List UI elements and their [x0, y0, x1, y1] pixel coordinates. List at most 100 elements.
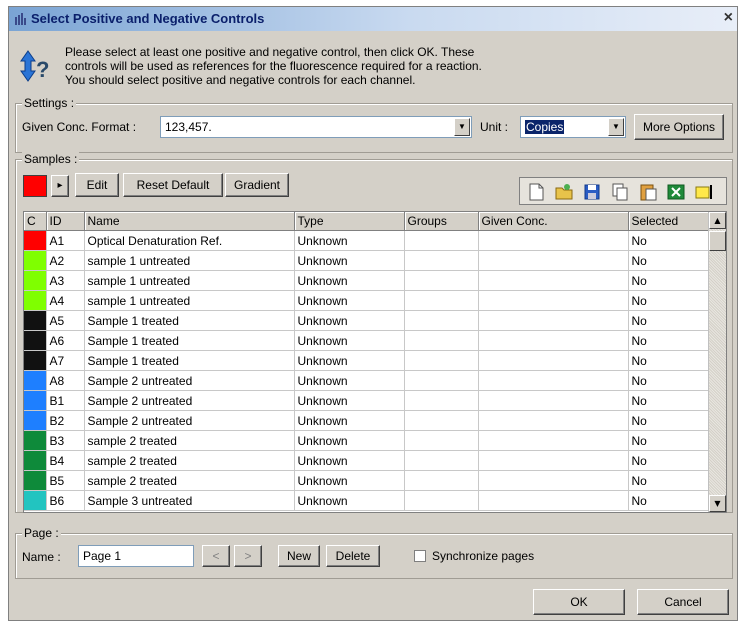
cell-groups[interactable] — [404, 450, 479, 471]
unit-dropdown[interactable]: Copies ▼ — [520, 116, 626, 138]
cell-id[interactable]: A4 — [46, 290, 85, 311]
cell-name[interactable]: Sample 2 untreated — [84, 410, 295, 431]
column-header-type[interactable]: Type — [294, 212, 405, 231]
save-icon[interactable] — [582, 182, 602, 202]
cell-id[interactable]: B3 — [46, 430, 85, 451]
cell-selected[interactable]: No — [628, 350, 711, 371]
more-options-button[interactable]: More Options — [634, 114, 724, 140]
table-row[interactable]: A2 sample 1 untreated Unknown No — [24, 250, 711, 271]
row-color-swatch[interactable] — [24, 410, 47, 431]
copy-icon[interactable] — [610, 182, 630, 202]
table-row[interactable]: B5 sample 2 treated Unknown No — [24, 470, 711, 491]
row-color-swatch[interactable] — [24, 270, 47, 291]
cell-type[interactable]: Unknown — [294, 490, 405, 511]
cell-type[interactable]: Unknown — [294, 450, 405, 471]
cell-groups[interactable] — [404, 290, 479, 311]
column-header-given-conc[interactable]: Given Conc. — [478, 212, 629, 231]
table-row[interactable]: A8 Sample 2 untreated Unknown No — [24, 370, 711, 391]
table-row[interactable]: B1 Sample 2 untreated Unknown No — [24, 390, 711, 411]
close-button[interactable]: × — [724, 9, 733, 27]
row-color-swatch[interactable] — [24, 290, 47, 311]
table-row[interactable]: A1 Optical Denaturation Ref. Unknown No — [24, 230, 711, 251]
cell-groups[interactable] — [404, 390, 479, 411]
cell-selected[interactable]: No — [628, 270, 711, 291]
row-color-swatch[interactable] — [24, 370, 47, 391]
open-folder-icon[interactable] — [554, 182, 574, 202]
cell-groups[interactable] — [404, 490, 479, 511]
table-row[interactable]: A4 sample 1 untreated Unknown No — [24, 290, 711, 311]
table-row[interactable]: B3 sample 2 treated Unknown No — [24, 430, 711, 451]
row-color-swatch[interactable] — [24, 330, 47, 351]
cell-name[interactable]: Optical Denaturation Ref. — [84, 230, 295, 251]
table-row[interactable]: B4 sample 2 treated Unknown No — [24, 450, 711, 471]
cell-id[interactable]: B5 — [46, 470, 85, 491]
cell-type[interactable]: Unknown — [294, 370, 405, 391]
cell-id[interactable]: A3 — [46, 270, 85, 291]
cell-selected[interactable]: No — [628, 230, 711, 251]
cell-id[interactable]: B6 — [46, 490, 85, 511]
table-row[interactable]: B6 Sample 3 untreated Unknown No — [24, 490, 711, 511]
cell-given-conc[interactable] — [478, 310, 629, 331]
cell-id[interactable]: A8 — [46, 370, 85, 391]
row-color-swatch[interactable] — [24, 230, 47, 251]
cell-name[interactable]: Sample 3 untreated — [84, 490, 295, 511]
row-color-swatch[interactable] — [24, 250, 47, 271]
cell-given-conc[interactable] — [478, 470, 629, 491]
cell-given-conc[interactable] — [478, 290, 629, 311]
cell-type[interactable]: Unknown — [294, 250, 405, 271]
row-color-swatch[interactable] — [24, 430, 47, 451]
cell-name[interactable]: sample 2 treated — [84, 450, 295, 471]
table-row[interactable]: A3 sample 1 untreated Unknown No — [24, 270, 711, 291]
page-name-input[interactable]: Page 1 — [78, 545, 194, 567]
cell-given-conc[interactable] — [478, 430, 629, 451]
delete-page-button[interactable]: Delete — [326, 545, 380, 567]
current-color-swatch[interactable] — [23, 175, 47, 197]
cell-given-conc[interactable] — [478, 250, 629, 271]
format-dropdown[interactable]: 123,457. ▼ — [160, 116, 472, 138]
cell-given-conc[interactable] — [478, 370, 629, 391]
cell-type[interactable]: Unknown — [294, 290, 405, 311]
cell-selected[interactable]: No — [628, 450, 711, 471]
reset-default-button[interactable]: Reset Default — [123, 173, 223, 197]
cell-id[interactable]: A7 — [46, 350, 85, 371]
cell-selected[interactable]: No — [628, 490, 711, 511]
cell-groups[interactable] — [404, 310, 479, 331]
cell-name[interactable]: Sample 2 untreated — [84, 370, 295, 391]
cell-given-conc[interactable] — [478, 330, 629, 351]
cell-selected[interactable]: No — [628, 430, 711, 451]
table-row[interactable]: A6 Sample 1 treated Unknown No — [24, 330, 711, 351]
scroll-thumb[interactable] — [709, 231, 726, 251]
color-menu-arrow-button[interactable]: ▸ — [51, 175, 69, 197]
column-header-selected[interactable]: Selected — [628, 212, 711, 231]
scroll-up-icon[interactable]: ▲ — [709, 212, 726, 229]
cell-type[interactable]: Unknown — [294, 310, 405, 331]
cell-type[interactable]: Unknown — [294, 230, 405, 251]
row-color-swatch[interactable] — [24, 390, 47, 411]
cell-groups[interactable] — [404, 370, 479, 391]
column-header-groups[interactable]: Groups — [404, 212, 479, 231]
column-header-color[interactable]: C — [24, 212, 47, 231]
cell-type[interactable]: Unknown — [294, 430, 405, 451]
row-color-swatch[interactable] — [24, 310, 47, 331]
cell-selected[interactable]: No — [628, 470, 711, 491]
cell-groups[interactable] — [404, 230, 479, 251]
cell-id[interactable]: B2 — [46, 410, 85, 431]
cell-type[interactable]: Unknown — [294, 350, 405, 371]
cell-name[interactable]: sample 2 treated — [84, 430, 295, 451]
cell-groups[interactable] — [404, 350, 479, 371]
synchronize-pages-checkbox[interactable] — [414, 550, 426, 562]
cell-id[interactable]: B4 — [46, 450, 85, 471]
cell-given-conc[interactable] — [478, 390, 629, 411]
new-page-button[interactable]: New — [278, 545, 320, 567]
row-color-swatch[interactable] — [24, 490, 47, 511]
chevron-down-icon[interactable]: ▼ — [454, 118, 470, 136]
column-header-name[interactable]: Name — [84, 212, 295, 231]
cell-name[interactable]: sample 1 untreated — [84, 290, 295, 311]
cell-name[interactable]: Sample 2 untreated — [84, 390, 295, 411]
paste-icon[interactable] — [638, 182, 658, 202]
cell-id[interactable]: A5 — [46, 310, 85, 331]
cell-name[interactable]: Sample 1 treated — [84, 330, 295, 351]
cell-type[interactable]: Unknown — [294, 330, 405, 351]
cell-id[interactable]: A1 — [46, 230, 85, 251]
cell-groups[interactable] — [404, 250, 479, 271]
